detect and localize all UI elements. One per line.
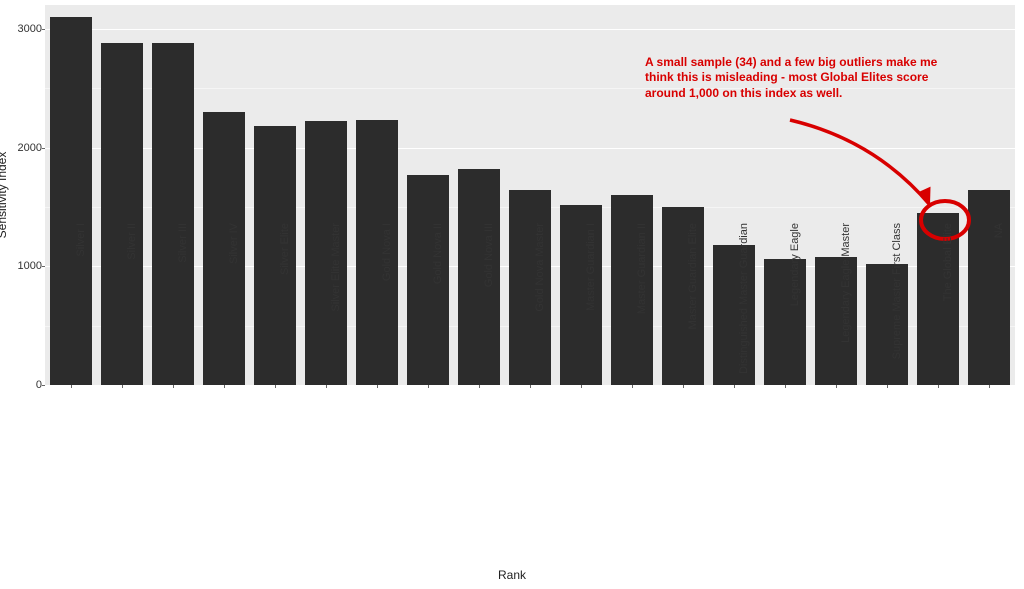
x-tick-mark <box>632 385 633 388</box>
x-tick-label: Silver II <box>126 223 138 393</box>
x-tick-label: Gold Nova I <box>381 223 393 393</box>
x-tick-mark <box>785 385 786 388</box>
y-tick-label: 2000 <box>2 142 42 154</box>
y-tick-label: 1000 <box>2 260 42 272</box>
y-tick-mark <box>42 385 45 386</box>
gridline-major <box>45 29 1015 30</box>
x-tick-mark <box>122 385 123 388</box>
x-tick-mark <box>173 385 174 388</box>
x-tick-label: The Global Elite <box>942 223 954 393</box>
x-tick-label: Gold Nova III <box>483 223 495 393</box>
x-tick-label: Supreme Master First Class <box>891 223 903 393</box>
x-tick-mark <box>326 385 327 388</box>
x-tick-mark <box>530 385 531 388</box>
x-tick-mark <box>275 385 276 388</box>
y-tick-label: 3000 <box>2 23 42 35</box>
x-tick-mark <box>734 385 735 388</box>
x-tick-label: Legendary Eagle <box>789 223 801 393</box>
x-tick-mark <box>683 385 684 388</box>
x-tick-mark <box>428 385 429 388</box>
x-tick-label: Master Guardian Elite <box>687 223 699 393</box>
x-tick-label: Silver I <box>75 223 87 393</box>
x-tick-label: Silver III <box>177 223 189 393</box>
x-tick-mark <box>989 385 990 388</box>
x-tick-mark <box>377 385 378 388</box>
x-tick-mark <box>938 385 939 388</box>
x-tick-label: Distinguished Master Guardian <box>738 223 750 393</box>
y-tick-mark <box>42 29 45 30</box>
x-tick-label: Silver Elite Master <box>330 223 342 393</box>
x-axis-label: Rank <box>0 568 1024 582</box>
x-tick-mark <box>224 385 225 388</box>
x-tick-label: NA <box>993 223 1005 393</box>
x-tick-mark <box>479 385 480 388</box>
x-tick-label: Legendary Eagle Master <box>840 223 852 393</box>
x-tick-mark <box>887 385 888 388</box>
y-tick-mark <box>42 266 45 267</box>
y-tick-mark <box>42 148 45 149</box>
x-tick-label: Silver Elite <box>279 223 291 393</box>
x-tick-label: Gold Nova II <box>432 223 444 393</box>
x-tick-label: Master Guardian I <box>585 223 597 393</box>
x-tick-label: Master Guardian II <box>636 223 648 393</box>
x-tick-mark <box>71 385 72 388</box>
annotation-text: A small sample (34) and a few big outlie… <box>645 55 945 101</box>
x-tick-label: Gold Nova Master <box>534 223 546 393</box>
x-tick-label: Silver IV <box>228 223 240 393</box>
y-axis-label: Sensitivity Index <box>0 152 9 239</box>
x-tick-mark <box>836 385 837 388</box>
x-tick-mark <box>581 385 582 388</box>
y-tick-label: 0 <box>2 379 42 391</box>
chart-container: Sensitivity Index Rank A small sample (3… <box>0 0 1024 589</box>
